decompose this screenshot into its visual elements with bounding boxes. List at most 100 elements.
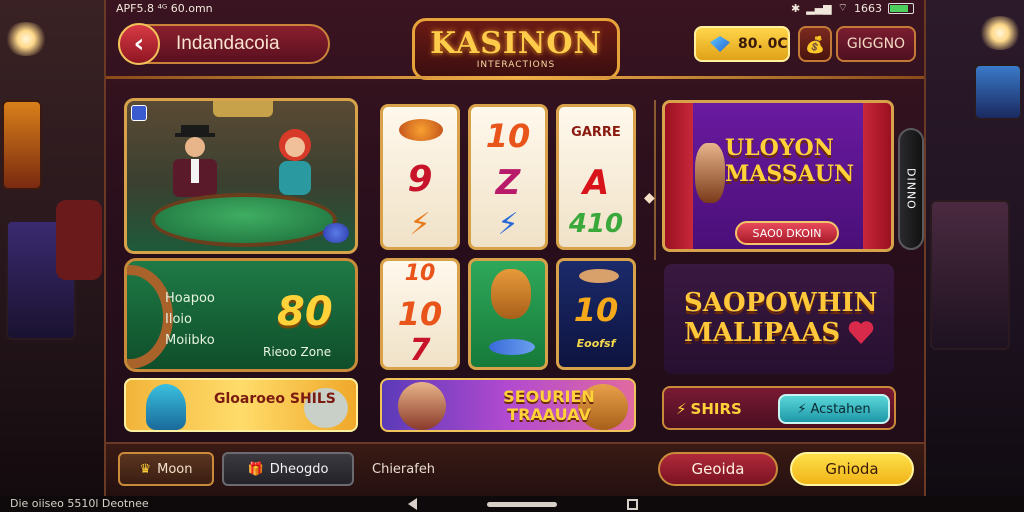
status-left: APF5.8 ⁴ᴳ 60.omn bbox=[116, 1, 213, 15]
logo-title: KASINON bbox=[430, 26, 602, 61]
reel-symbol: A bbox=[582, 163, 610, 203]
ceiling-lamp-icon bbox=[978, 16, 1022, 50]
signal-icon: ▂▄▆ bbox=[806, 1, 832, 15]
battery-icon bbox=[888, 2, 914, 14]
reel-symbol: Z bbox=[495, 163, 521, 203]
crown-icon: ♛ bbox=[139, 461, 152, 477]
lightning-symbol-icon: ⚡ bbox=[409, 207, 431, 242]
promo-button[interactable]: SAO0 DKOIN bbox=[735, 221, 839, 245]
slot-machine-icon bbox=[2, 100, 42, 190]
promo-title: ULOYON MASSAUN bbox=[725, 135, 855, 187]
player-icon bbox=[279, 129, 311, 195]
lobby-label: Moon bbox=[157, 461, 193, 477]
chandelier-icon bbox=[213, 101, 273, 117]
carousel-arrow-icon[interactable]: ◆ bbox=[644, 190, 655, 206]
wave-symbol-icon bbox=[489, 339, 535, 355]
status-right: 1663 bbox=[854, 1, 882, 15]
logo-subtitle: INTERACTIONS bbox=[476, 60, 556, 70]
reel-symbol: 410 bbox=[568, 209, 624, 239]
right-casino-backdrop bbox=[926, 0, 1024, 512]
bonus-card[interactable]: Hoapoo Iloio Moiibko 80 Rieoo Zone bbox=[124, 258, 358, 372]
bottom-bar: ♛ Moon 🎁 Dheogdo Chierafeh Geoida Gnioda bbox=[106, 442, 924, 496]
system-nav-bar: Die oiiseo 5510l Deotnee bbox=[0, 496, 1024, 512]
coin-balance-button[interactable]: 80. 0C bbox=[694, 26, 790, 62]
promo-card[interactable]: ULOYON MASSAUN SAO0 DKOIN bbox=[662, 100, 894, 252]
cancel-button[interactable]: Geoida bbox=[658, 452, 778, 486]
bluetooth-icon: ✱ bbox=[791, 1, 801, 15]
left-casino-backdrop bbox=[0, 0, 104, 512]
reel-symbol: 10 bbox=[573, 291, 619, 329]
game-banner-left[interactable]: Gloaroeo SHILS bbox=[124, 378, 358, 432]
slot-reel[interactable]: 10 10 7 bbox=[380, 258, 460, 370]
game-banner-middle[interactable]: SEOURIEN TRAAUAV bbox=[380, 378, 636, 432]
side-tab-button[interactable]: DINNO bbox=[898, 128, 924, 250]
slot-reel[interactable]: GARRE A 410 bbox=[556, 104, 636, 250]
slot-reel[interactable]: 9 ⚡ bbox=[380, 104, 460, 250]
column-divider bbox=[654, 100, 656, 260]
bonus-labels: Hoapoo Iloio Moiibko bbox=[165, 291, 215, 348]
page-title: Indandacoia bbox=[176, 33, 280, 54]
banner-left-text: Gloaroeo SHILS bbox=[214, 391, 336, 407]
reel-symbol: Eoofsf bbox=[576, 337, 616, 350]
live-table-card[interactable] bbox=[124, 98, 358, 254]
action-button[interactable]: ⚡ Acstahen bbox=[778, 394, 890, 424]
confirm-button[interactable]: Gnioda bbox=[790, 452, 914, 486]
game-frame: APF5.8 ⁴ᴳ 60.omn ✱ ▂▄▆ ⌔ 1663 ‹ Indandac… bbox=[104, 0, 926, 512]
bonus-label: Iloio bbox=[165, 312, 192, 327]
gift-button[interactable]: 🎁 Dheogdo bbox=[222, 452, 354, 486]
gem-icon bbox=[710, 36, 730, 52]
shares-group[interactable]: ⚡ SHIRS bbox=[676, 400, 742, 418]
slot-reel[interactable]: 10 Eoofsf bbox=[556, 258, 636, 370]
blackjack-table bbox=[151, 193, 337, 247]
coin-balance: 80. 0C bbox=[738, 36, 788, 52]
back-navigation[interactable]: ‹ Indandacoia bbox=[118, 23, 330, 65]
nav-recent-icon[interactable] bbox=[627, 498, 638, 510]
gift-label: Dheogdo bbox=[269, 461, 329, 477]
casino-logo: KASINON INTERACTIONS bbox=[412, 18, 620, 80]
slot-machine-icon bbox=[930, 200, 1010, 350]
banner-middle-text: SEOURIEN TRAAUAV bbox=[503, 387, 595, 424]
coin-symbol-icon bbox=[399, 119, 443, 141]
shares-label: SHIRS bbox=[690, 400, 742, 418]
bonus-value: 80 bbox=[277, 289, 333, 335]
reel-symbol: 10 bbox=[397, 295, 443, 333]
pirate-icon bbox=[398, 382, 446, 430]
promo-card-secondary[interactable]: SAOPOWHIN MALIPAAS bbox=[664, 264, 894, 374]
chips-icon bbox=[323, 223, 349, 243]
mascot-symbol-icon bbox=[491, 269, 531, 319]
character-icon bbox=[146, 384, 186, 430]
action-button-label: Acstahen bbox=[810, 401, 871, 417]
action-bar: ⚡ SHIRS ⚡ Acstahen bbox=[662, 386, 896, 430]
lobby-button[interactable]: ♛ Moon bbox=[118, 452, 214, 486]
dealer-icon bbox=[173, 125, 217, 197]
status-right-group: ✱ ▂▄▆ ⌔ 1663 bbox=[791, 1, 914, 15]
money-bag-icon: 💰 bbox=[805, 34, 825, 54]
back-arrow-icon[interactable]: ‹ bbox=[118, 23, 160, 65]
lightning-icon: ⚡ bbox=[676, 400, 687, 418]
lightning-symbol-icon: ⚡ bbox=[497, 207, 519, 242]
wifi-icon: ⌔ bbox=[837, 1, 848, 14]
nav-buttons bbox=[408, 496, 638, 512]
money-bag-button[interactable]: 💰 bbox=[798, 26, 832, 62]
badge-icon bbox=[131, 105, 147, 121]
reel-symbol: 10 bbox=[485, 117, 531, 155]
slot-reel[interactable] bbox=[468, 258, 548, 370]
top-bar: ‹ Indandacoia KASINON INTERACTIONS 80. 0… bbox=[106, 16, 924, 80]
curtain-left bbox=[665, 103, 693, 249]
status-bar: APF5.8 ⁴ᴳ 60.omn ✱ ▂▄▆ ⌔ 1663 bbox=[106, 0, 924, 16]
screen-icon bbox=[974, 64, 1022, 120]
ceiling-lamp-icon bbox=[4, 22, 48, 56]
reel-symbol: 9 bbox=[407, 159, 433, 200]
nav-back-icon[interactable] bbox=[408, 498, 417, 510]
menu-button[interactable]: GIGGNO bbox=[836, 26, 916, 62]
chair-icon bbox=[56, 200, 102, 280]
slot-reel[interactable]: 10 Z ⚡ bbox=[468, 104, 548, 250]
header-divider bbox=[106, 76, 924, 79]
app-root: APF5.8 ⁴ᴳ 60.omn ✱ ▂▄▆ ⌔ 1663 ‹ Indandac… bbox=[0, 0, 1024, 512]
gift-icon: 🎁 bbox=[247, 461, 264, 477]
nav-left-text: Die oiiseo 5510l Deotnee bbox=[10, 497, 149, 510]
bonus-label: Moiibko bbox=[165, 333, 215, 348]
reel-symbol: 10 bbox=[404, 261, 436, 286]
nav-home-icon[interactable] bbox=[487, 501, 557, 507]
coin-symbol-icon bbox=[579, 269, 619, 283]
